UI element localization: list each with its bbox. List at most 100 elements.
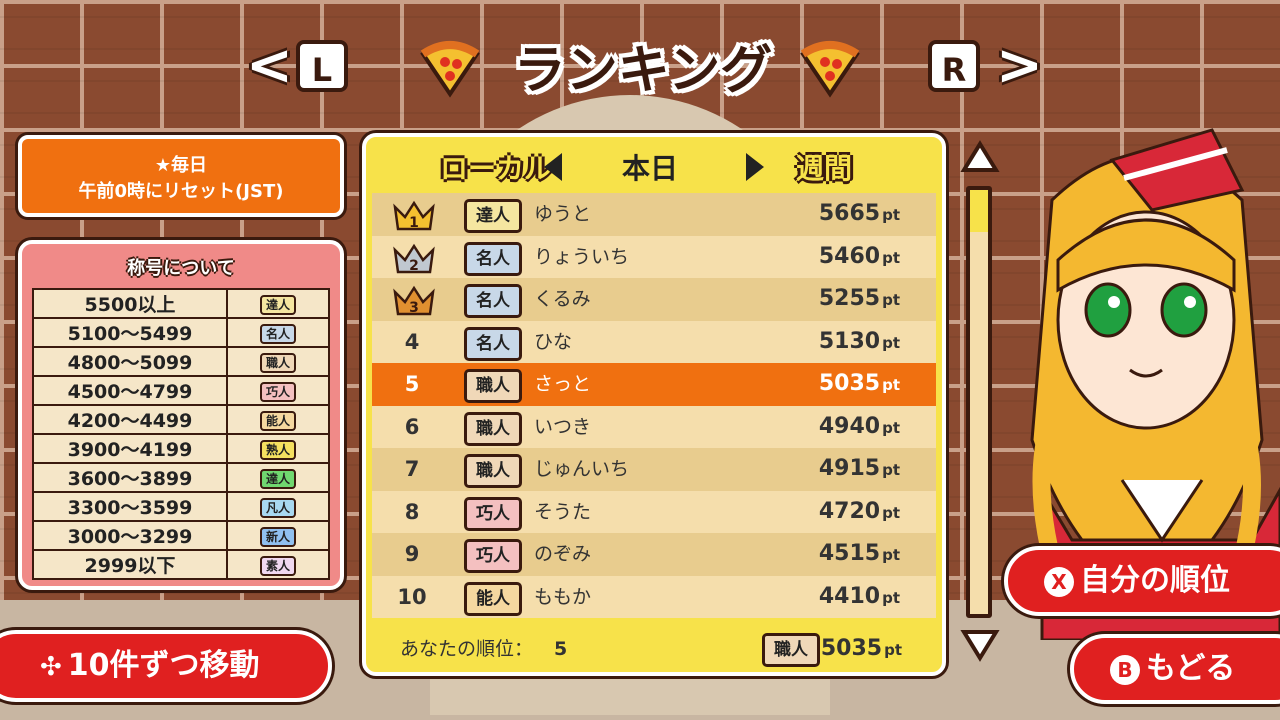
legend-range: 5500以上: [32, 288, 228, 319]
score-value: 4410: [818, 583, 881, 609]
my-rank-label: あなたの順位：: [400, 638, 534, 660]
my-score-value: 5035: [820, 636, 883, 661]
player-name: のぞみ: [534, 543, 592, 565]
score-value: 5665: [818, 201, 881, 226]
player-score: 4720 pt: [819, 491, 900, 534]
legend-row: 5100〜5499 名人: [32, 317, 330, 348]
back-button[interactable]: B もどる: [1070, 634, 1280, 704]
reset-notice: ★毎日 午前0時にリセット(JST): [18, 135, 344, 217]
ranking-row[interactable]: 4 名人 ひな 5130 pt: [372, 320, 936, 363]
triangle-left-icon[interactable]: [544, 153, 562, 181]
legend-row: 4800〜5099 職人: [32, 346, 330, 377]
score-unit: pt: [882, 418, 900, 437]
title-badge: 名人: [259, 324, 296, 344]
l-button[interactable]: L: [296, 40, 348, 92]
score-unit: pt: [882, 588, 900, 607]
title-badge: 名人: [464, 326, 522, 361]
scroll-down-icon[interactable]: [960, 626, 1000, 662]
reset-line1: ★毎日: [154, 155, 208, 176]
legend-title: 凡人: [226, 491, 330, 522]
ranking-row[interactable]: 3 名人 くるみ 5255 pt: [372, 278, 936, 321]
player-score: 4915 pt: [819, 448, 900, 491]
ranking-row[interactable]: 1 達人 ゆうと 5665 pt: [372, 193, 936, 236]
move-ten-label: 10件ずつ移動: [67, 648, 260, 683]
ranking-row[interactable]: 2 名人 りょういち 5460 pt: [372, 235, 936, 278]
rank-number: 4: [404, 329, 420, 354]
scrollbar-thumb[interactable]: [970, 190, 988, 233]
tab-today[interactable]: 本日: [622, 147, 678, 187]
ranking-row[interactable]: 10 能人 ももか 4410 pt: [372, 575, 936, 618]
ranking-row[interactable]: 9 巧人 のぞみ 4515 pt: [372, 533, 936, 576]
legend-row: 3600〜3899 達人: [32, 462, 330, 493]
score-value: 4915: [818, 456, 881, 481]
scroll-up-icon[interactable]: [960, 140, 1000, 176]
ranking-row[interactable]: 5 職人 さっと 5035 pt: [372, 363, 936, 406]
title-badge: 巧人: [464, 496, 522, 531]
player-name: ゆうと: [534, 203, 592, 225]
rank-number: 8: [404, 499, 420, 524]
r-button[interactable]: R: [928, 40, 980, 92]
rank-number: 5: [404, 372, 420, 396]
player-name: そうた: [534, 500, 592, 523]
tab-weekly[interactable]: 週間: [796, 147, 852, 187]
my-rank-button[interactable]: X 自分の順位: [1004, 546, 1280, 616]
rank-number: 7: [404, 457, 420, 481]
my-rank-button-label: 自分の順位: [1080, 563, 1230, 598]
legend-title: 新人: [226, 520, 330, 551]
rank-number: 6: [404, 414, 420, 439]
pizza-icon: [800, 41, 860, 98]
move-ten-button[interactable]: ✣ 10件ずつ移動: [0, 630, 332, 702]
title-badge: 能人: [464, 581, 522, 616]
score-value: 4515: [818, 541, 881, 566]
legend-row: 5500以上 達人: [32, 288, 330, 319]
triangle-right-icon[interactable]: [746, 153, 764, 181]
reset-line2: 午前0時にリセット(JST): [78, 181, 284, 202]
rank-number: 9: [404, 542, 420, 566]
score-value: 5035: [818, 371, 881, 396]
legend-row: 3300〜3599 凡人: [32, 491, 330, 522]
ranking-row[interactable]: 7 職人 じゅんいち 4915 pt: [372, 448, 936, 491]
chevron-right-icon[interactable]: >: [996, 38, 1043, 94]
ranking-row[interactable]: 8 巧人 そうた 4720 pt: [372, 490, 936, 534]
title-badge: 名人: [464, 284, 522, 318]
player-name: いつき: [534, 415, 592, 438]
title-badge: 新人: [259, 527, 296, 547]
legend-title: 達人: [226, 462, 330, 493]
player-name: じゅんいち: [534, 458, 630, 480]
title-badge: 達人: [464, 199, 522, 233]
my-title-badge: 職人: [762, 633, 820, 667]
rank-number: 1: [409, 215, 419, 231]
player-name: ももか: [534, 585, 592, 608]
pizza-icon: [420, 41, 480, 98]
legend-title: 達人: [226, 288, 330, 319]
title-badge: 職人: [464, 411, 522, 446]
title-bar: ランキング: [415, 22, 865, 102]
title-badge: 凡人: [259, 498, 296, 518]
title-badge: 巧人: [464, 539, 522, 573]
ranking-row[interactable]: 6 職人 いつき 4940 pt: [372, 405, 936, 448]
tab-local[interactable]: ローカル: [440, 147, 552, 187]
title-badge: 達人: [259, 295, 296, 315]
legend-row: 4500〜4799 巧人: [32, 375, 330, 406]
rank-number: 3: [409, 300, 419, 316]
back-button-label: もどる: [1146, 651, 1236, 686]
player-score: 5665 pt: [819, 193, 900, 236]
dpad-icon: ✣: [40, 652, 62, 682]
legend-title: 素人: [226, 549, 330, 580]
legend-row: 4200〜4499 能人: [32, 404, 330, 435]
score-value: 4940: [818, 413, 881, 439]
chevron-left-icon[interactable]: <: [246, 38, 293, 94]
legend-range: 3600〜3899: [32, 462, 228, 493]
score-unit: pt: [882, 376, 900, 394]
score-value: 5255: [818, 286, 881, 311]
score-unit: pt: [882, 461, 900, 479]
legend-heading: 称号について: [127, 258, 235, 279]
player-name: くるみ: [534, 288, 591, 310]
page-title: ランキング: [513, 41, 773, 101]
title-badge: 職人: [259, 353, 296, 373]
player-name: ひな: [534, 330, 573, 353]
scrollbar[interactable]: [966, 186, 992, 618]
x-button-icon: X: [1044, 566, 1074, 597]
my-rank-bar: あなたの順位： 5 職人 5035 pt: [366, 627, 942, 671]
legend-table: 5500以上 達人 5100〜5499 名人 4800〜5099 職人 4500〜4799 巧…: [32, 288, 330, 580]
